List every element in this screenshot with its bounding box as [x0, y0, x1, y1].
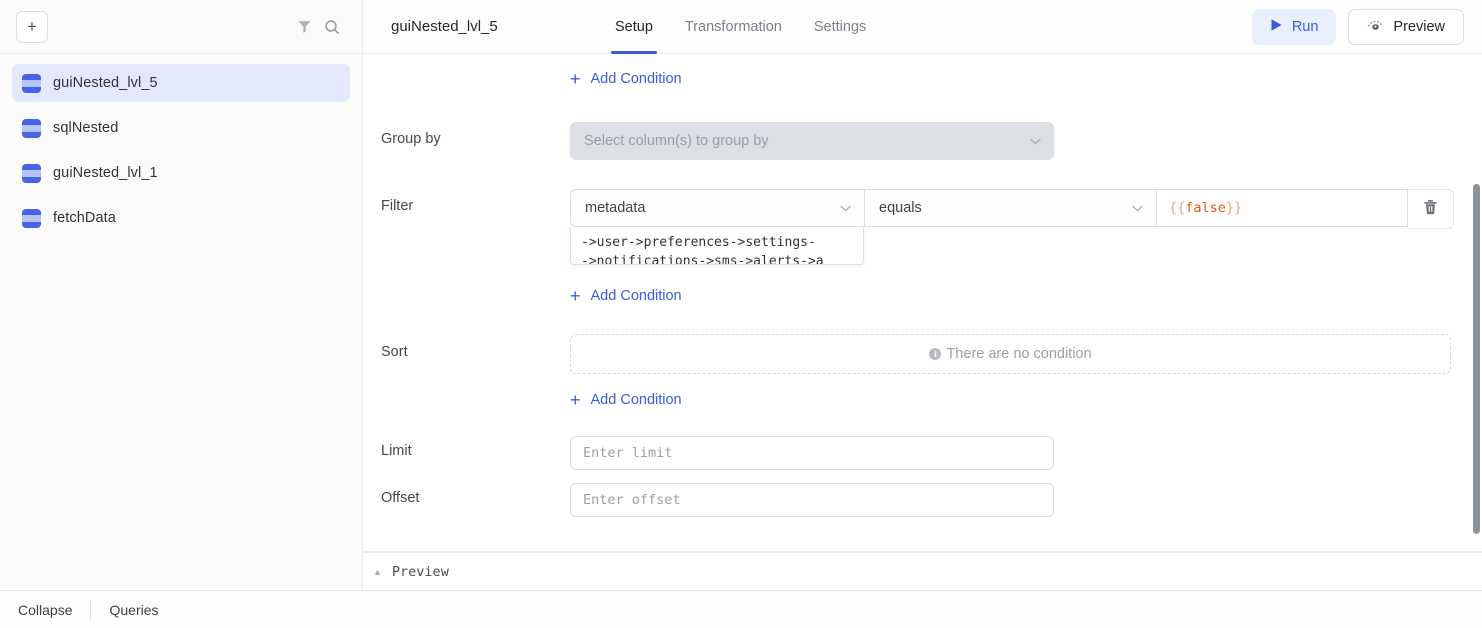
add-condition-label: Add Condition	[590, 288, 682, 304]
caret-up-icon: ▲	[373, 566, 382, 577]
chevron-down-icon	[1132, 200, 1143, 216]
list-item[interactable]: sqlNested	[12, 109, 350, 147]
play-icon	[1270, 18, 1283, 36]
search-icon[interactable]	[318, 13, 346, 41]
sort-row: Sort i There are no condition + Add Cond…	[363, 307, 1454, 411]
limit-fields: Enter limit	[570, 436, 1454, 470]
offset-placeholder: Enter offset	[583, 492, 681, 508]
list-item[interactable]: guiNested_lvl_1	[12, 154, 350, 192]
list-item-label: guiNested_lvl_5	[53, 75, 158, 91]
plus-icon: +	[570, 390, 581, 410]
group-top-add-row: + Add Condition	[363, 54, 1454, 90]
page-title: guiNested_lvl_5	[391, 18, 498, 35]
sort-label: Sort	[381, 344, 408, 360]
add-query-button[interactable]: +	[16, 10, 48, 43]
group-top-add-fields: + Add Condition	[570, 70, 1454, 90]
body-row: + guiNested_lvl_5 sqlNested guiNested_lv…	[0, 0, 1482, 590]
tab-transformation-label: Transformation	[684, 18, 782, 35]
offset-label: Offset	[381, 490, 420, 506]
sort-empty-state: i There are no condition	[570, 334, 1451, 374]
limit-input[interactable]: Enter limit	[570, 436, 1054, 470]
add-condition-button-top[interactable]: + Add Condition	[570, 70, 682, 88]
filter-value-token: false	[1185, 200, 1226, 216]
preview-button-label: Preview	[1393, 18, 1445, 35]
list-item-label: guiNested_lvl_1	[53, 165, 158, 181]
plus-icon: +	[27, 17, 37, 36]
query-icon	[22, 118, 41, 138]
sort-fields: i There are no condition + Add Condition	[570, 334, 1454, 411]
list-item[interactable]: fetchData	[12, 199, 350, 237]
offset-input[interactable]: Enter offset	[570, 483, 1054, 517]
filter-column-value: metadata	[585, 200, 646, 216]
query-icon	[22, 208, 41, 228]
chevron-down-icon	[840, 200, 851, 216]
list-item-label: fetchData	[53, 210, 116, 226]
bottom-bar: Collapse Queries	[0, 590, 1482, 628]
group-by-placeholder: Select column(s) to group by	[584, 133, 769, 149]
filter-condition-row: metadata ->user->preferences->settings- …	[570, 189, 1454, 265]
list-item-label: sqlNested	[53, 120, 119, 136]
filter-value-input[interactable]: {{false}}	[1157, 189, 1409, 227]
filter-row: Filter metadata ->user->preferences->set…	[363, 160, 1454, 307]
trash-icon	[1423, 199, 1438, 220]
limit-row: Limit Enter limit	[363, 411, 1454, 470]
list-item[interactable]: guiNested_lvl_5	[12, 64, 350, 102]
query-list: guiNested_lvl_5 sqlNested guiNested_lvl_…	[0, 54, 362, 590]
filter-path-line-1: ->user->preferences->settings-	[581, 235, 816, 250]
chevron-down-icon	[1030, 133, 1041, 149]
preview-button[interactable]: Preview	[1348, 8, 1464, 45]
group-by-label: Group by	[381, 131, 441, 147]
group-by-row: Group by Select column(s) to group by	[363, 90, 1454, 160]
editor-pane: guiNested_lvl_5 Setup Transformation Set…	[363, 0, 1482, 590]
run-button-label: Run	[1291, 18, 1319, 35]
limit-label: Limit	[381, 443, 412, 459]
query-icon	[22, 163, 41, 183]
filter-path-line-2: ->notifications->sms->alerts->a	[581, 254, 824, 265]
delete-filter-condition-button[interactable]	[1408, 189, 1454, 229]
offset-row: Offset Enter offset	[363, 470, 1454, 517]
vertical-scrollbar[interactable]	[1473, 184, 1480, 534]
filter-value-close-brace: }}	[1225, 200, 1243, 216]
setup-form-scroll: + Add Condition Group by Select column(s…	[363, 54, 1482, 552]
filter-label: Filter	[381, 198, 414, 214]
tab-settings[interactable]: Settings	[800, 0, 880, 54]
add-condition-button-filter[interactable]: + Add Condition	[570, 287, 682, 305]
filter-icon[interactable]	[290, 13, 318, 41]
sort-empty-message: There are no condition	[946, 346, 1092, 362]
filter-value-open-brace: {{	[1169, 200, 1186, 216]
queries-button[interactable]: Queries	[91, 602, 176, 618]
tab-bar: Setup Transformation Settings	[601, 0, 880, 54]
filter-column-select[interactable]: metadata	[570, 189, 864, 227]
plus-icon: +	[570, 69, 581, 89]
info-icon: i	[929, 348, 942, 360]
add-condition-label: Add Condition	[590, 71, 682, 87]
preview-panel-toggle[interactable]: ▲ Preview	[363, 552, 1482, 590]
editor-topbar: guiNested_lvl_5 Setup Transformation Set…	[363, 0, 1482, 54]
add-condition-button-sort[interactable]: + Add Condition	[570, 391, 682, 409]
tab-setup-label: Setup	[615, 18, 653, 35]
group-by-select[interactable]: Select column(s) to group by	[570, 122, 1054, 160]
tab-transformation[interactable]: Transformation	[671, 0, 796, 54]
plus-icon: +	[570, 286, 581, 306]
add-condition-label: Add Condition	[590, 392, 682, 408]
filter-column-path-dropdown[interactable]: ->user->preferences->settings- ->notific…	[570, 227, 864, 265]
run-button[interactable]: Run	[1251, 8, 1337, 45]
filter-operator-select[interactable]: equals	[864, 189, 1158, 227]
filter-fields: metadata ->user->preferences->settings- …	[570, 189, 1454, 307]
offset-fields: Enter offset	[570, 483, 1454, 517]
filter-operator-value: equals	[879, 200, 922, 216]
collapse-button[interactable]: Collapse	[0, 602, 90, 618]
group-by-fields: Select column(s) to group by	[570, 122, 1454, 160]
eye-icon	[1367, 18, 1384, 36]
sidebar-toolbar: +	[0, 0, 362, 54]
sidebar: + guiNested_lvl_5 sqlNested guiNested_lv…	[0, 0, 363, 590]
tab-settings-label: Settings	[813, 18, 867, 35]
preview-panel-label: Preview	[391, 563, 449, 580]
tab-setup[interactable]: Setup	[601, 0, 667, 54]
app-root: + guiNested_lvl_5 sqlNested guiNested_lv…	[0, 0, 1482, 628]
setup-form: + Add Condition Group by Select column(s…	[363, 54, 1482, 517]
query-icon	[22, 73, 41, 93]
limit-placeholder: Enter limit	[583, 445, 673, 461]
